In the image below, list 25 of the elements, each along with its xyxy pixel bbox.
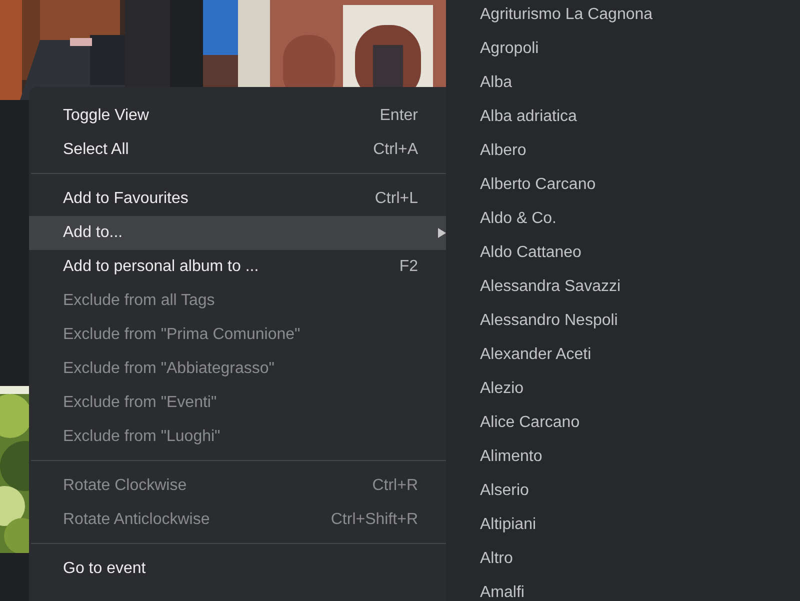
menu-item[interactable]: Go to event	[29, 552, 446, 586]
menu-item[interactable]: Add to...	[29, 216, 446, 250]
menu-item[interactable]: Alessandro Nespoli	[446, 304, 800, 338]
menu-item[interactable]: Aldo Cattaneo	[446, 236, 800, 270]
menu-item[interactable]: Alice Carcano	[446, 406, 800, 440]
menu-item[interactable]: Alberto Carcano	[446, 168, 800, 202]
menu-item[interactable]: Select All Ctrl+A	[29, 133, 446, 167]
menu-item[interactable]: Agropoli	[446, 32, 800, 66]
menu-item[interactable]: Agriturismo La Cagnona	[446, 0, 800, 32]
menu-item[interactable]: Toggle View Enter	[29, 99, 446, 133]
menu-item[interactable]: Alimento	[446, 440, 800, 474]
menu-item[interactable]: Altipiani	[446, 508, 800, 542]
menu-item[interactable]: Amalfi	[446, 576, 800, 601]
menu-item[interactable]: Altro	[446, 542, 800, 576]
menu-item[interactable]: Alba adriatica	[446, 100, 800, 134]
submenu-arrow-icon	[438, 228, 446, 238]
menu-item[interactable]: Add to Favourites Ctrl+L	[29, 182, 446, 216]
menu-item[interactable]: Albero	[446, 134, 800, 168]
menu-item[interactable]: Alessandra Savazzi	[446, 270, 800, 304]
menu-item[interactable]: Add to personal album to ... F2	[29, 250, 446, 284]
menu-item[interactable]: Alserio	[446, 474, 800, 508]
menu-item[interactable]: Alexander Aceti	[446, 338, 800, 372]
menu-item[interactable]: Alezio	[446, 372, 800, 406]
menu-item[interactable]: Aldo & Co.	[446, 202, 800, 236]
menu-item[interactable]: Alba	[446, 66, 800, 100]
